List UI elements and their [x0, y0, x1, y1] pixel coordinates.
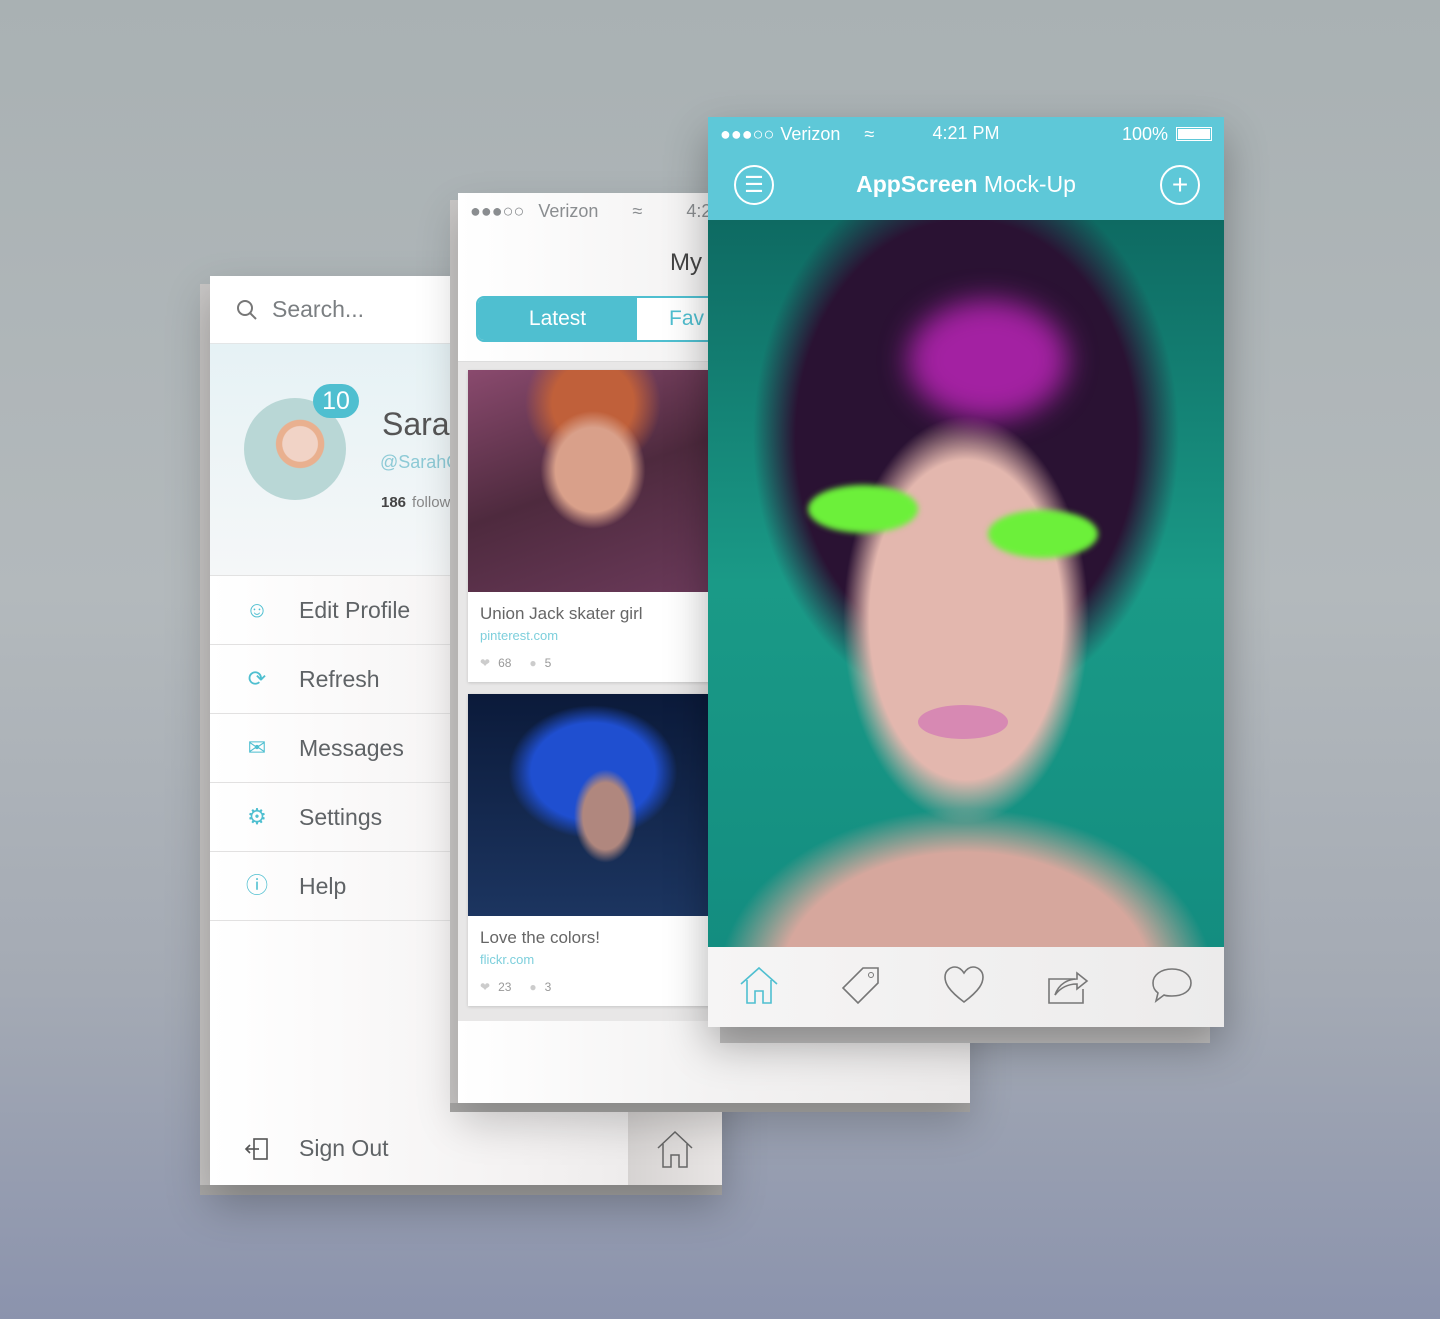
photo-detail — [808, 485, 918, 533]
sign-out-button[interactable]: Sign Out — [210, 1112, 628, 1185]
home-icon — [740, 966, 778, 1004]
menu-item-label: Messages — [299, 734, 404, 761]
help-icon: ⓘ — [245, 873, 268, 898]
heart-icon[interactable]: ❤ — [480, 656, 490, 670]
page-title: My — [670, 249, 702, 276]
menu-item-label: Refresh — [299, 665, 380, 692]
signal-icon: ●●●○○ — [470, 200, 525, 221]
tab-home[interactable] — [739, 965, 779, 1010]
likes-count: 68 — [498, 656, 512, 670]
card-title: Union Jack skater girl — [480, 604, 643, 623]
comment-icon — [1152, 967, 1192, 1003]
panel-edge — [200, 284, 210, 1195]
likes-count: 23 — [498, 980, 512, 994]
notification-badge: 10 — [313, 384, 359, 418]
panel-edge — [450, 200, 458, 1112]
comments-count: 3 — [544, 980, 552, 994]
card-title: Love the colors! — [480, 928, 601, 947]
card-source-link[interactable]: pinterest.com — [468, 624, 718, 643]
tab-favorites-main[interactable] — [943, 965, 985, 1010]
sign-out-icon — [244, 1137, 268, 1160]
tab-bar — [708, 947, 1224, 1027]
followers-label: follow — [412, 494, 451, 511]
menu-item-label: Edit Profile — [299, 596, 411, 623]
search-placeholder: Search... — [272, 296, 365, 322]
panel-edge — [720, 1027, 1210, 1043]
photo-detail — [988, 510, 1098, 558]
tab-latest[interactable]: Latest — [478, 298, 637, 340]
add-button[interactable]: + — [1160, 165, 1200, 205]
hero-photo — [708, 220, 1224, 947]
followers-count: 186 — [381, 494, 407, 511]
photo-detail — [908, 300, 1068, 420]
followers: 186 follow — [381, 494, 450, 511]
mail-icon: ✉ — [247, 735, 267, 760]
home-tab-button[interactable] — [628, 1112, 722, 1185]
panel-edge — [450, 1103, 970, 1112]
search-icon — [237, 299, 257, 320]
menu-item-label: Help — [299, 872, 347, 899]
feed-card[interactable]: Love the colors! flickr.com ❤ 23 ● 3 — [468, 694, 718, 1006]
tab-tags[interactable] — [841, 965, 881, 1010]
menu-item-label: Settings — [299, 803, 383, 830]
photo-detail — [918, 705, 1008, 739]
wifi-icon: ≈ — [632, 200, 643, 221]
comment-icon[interactable]: ● — [529, 980, 536, 994]
plus-icon: + — [1171, 169, 1189, 200]
time: 4:21 PM — [932, 123, 1000, 143]
tag-icon — [841, 966, 879, 1004]
heart-icon[interactable]: ❤ — [480, 980, 490, 994]
comments-count: 5 — [544, 656, 552, 670]
app-title-rest: Mock-Up — [977, 171, 1076, 197]
panel-edge — [200, 1185, 722, 1195]
heart-icon — [944, 965, 984, 1003]
gear-icon: ⚙ — [247, 804, 267, 829]
card-meta: ❤ 68 ● 5 — [468, 643, 718, 682]
feed-card[interactable]: Union Jack skater girl pinterest.com ❤ 68… — [468, 370, 718, 682]
card-image — [468, 694, 718, 916]
main-screen: ●●●○○ Verizon ≈ 4:21 PM 100% ☰ AppScreen… — [708, 117, 1224, 1027]
header: ●●●○○ Verizon ≈ 4:21 PM 100% ☰ AppScreen… — [708, 117, 1224, 220]
carrier: Verizon — [538, 200, 599, 221]
profile-handle[interactable]: @SarahC — [380, 452, 459, 473]
card-source-link[interactable]: flickr.com — [468, 948, 718, 967]
card-meta: ❤ 23 ● 3 — [468, 967, 718, 1006]
refresh-icon: ⟳ — [247, 666, 267, 691]
app-title: AppScreen Mock-Up — [708, 171, 1224, 198]
comment-icon[interactable]: ● — [529, 656, 536, 670]
tab-share[interactable] — [1047, 965, 1089, 1010]
tab-comments[interactable] — [1151, 965, 1193, 1010]
user-icon: ☺ — [245, 597, 269, 622]
app-title-bold: AppScreen — [856, 171, 978, 197]
sign-out-label: Sign Out — [299, 1135, 389, 1161]
status-bar: ●●●○○ Verizon ≈ 4:21 PM 100% — [708, 117, 1224, 151]
home-icon — [657, 1130, 693, 1168]
share-icon — [1048, 970, 1089, 1004]
card-image — [468, 370, 718, 592]
